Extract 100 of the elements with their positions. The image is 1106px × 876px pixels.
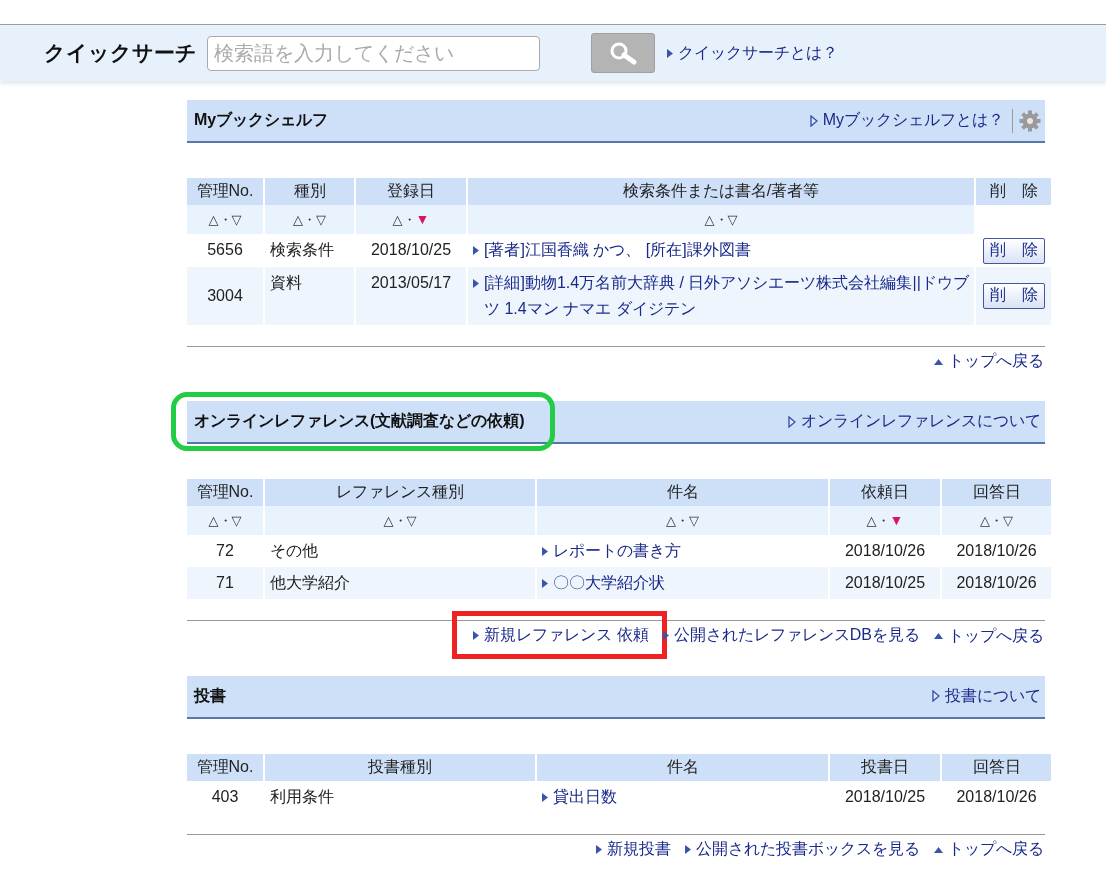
column-header: 検索条件または書名/著者等	[468, 178, 974, 205]
section-title: 投書	[194, 685, 226, 706]
search-icon	[608, 41, 638, 65]
table-cell: 2018/10/25	[370, 241, 452, 259]
column-header: 削 除	[976, 178, 1051, 205]
table-cell: 2018/10/25	[844, 574, 926, 591]
sort-ascending-link[interactable]: △	[208, 512, 219, 528]
separator-dot: ・	[393, 512, 407, 528]
column-header: 種別	[265, 178, 354, 205]
column-header: 依頼日	[830, 479, 940, 506]
column-header: レファレンス種別	[265, 479, 535, 506]
table-cell: 利用条件	[270, 787, 334, 805]
separator-dot: ・	[876, 512, 890, 528]
triangle-icon	[788, 415, 796, 428]
triangle-icon	[542, 579, 548, 588]
footer-link[interactable]: 新規レファレンス 依頼	[473, 625, 649, 646]
column-header: 件名	[537, 479, 828, 506]
item-link[interactable]: レポートの書き方	[553, 538, 681, 564]
sort-ascending-link[interactable]: △	[666, 512, 676, 528]
sort-ascending-link[interactable]: △	[383, 512, 394, 528]
quick-search-title: クイックサーチ	[44, 40, 197, 66]
table-cell: その他	[270, 542, 318, 559]
footer-link[interactable]: 公開されたレファレンスDBを見る	[662, 625, 920, 646]
table-cell: 71	[216, 574, 234, 591]
triangle-icon	[809, 114, 818, 127]
table-cell: 2018/10/26	[844, 542, 926, 559]
sort-descending-link[interactable]: ▽	[689, 512, 699, 528]
delete-button[interactable]: 削 除	[982, 282, 1045, 309]
separator-dot: ・	[402, 211, 416, 227]
table-cell: 72	[216, 542, 234, 559]
footer-link[interactable]: 新規投書	[596, 838, 671, 860]
about-link[interactable]: 投書について	[932, 685, 1041, 707]
table-cell: 403	[211, 787, 239, 805]
sort-descending-link[interactable]: ▽	[231, 211, 242, 227]
back-to-top-link[interactable]: トップへ戻る	[934, 839, 1044, 860]
section-title: Myブックシェルフ	[194, 110, 329, 130]
separator-dot: ・	[714, 211, 728, 227]
column-header: 投書日	[830, 753, 940, 781]
sort-descending-link[interactable]: ▽	[1003, 512, 1013, 528]
table-cell: 2018/10/25	[844, 787, 926, 805]
sort-descending-link[interactable]: ▽	[231, 512, 242, 528]
sort-ascending-link[interactable]: △	[980, 512, 990, 528]
search-field[interactable]: 検索語を入力してください	[207, 35, 540, 71]
up-triangle-icon	[934, 633, 943, 639]
triangle-icon	[596, 844, 602, 854]
footer-link[interactable]: 公開された投書ボックスを見る	[685, 838, 920, 860]
column-header: 投書種別	[265, 753, 535, 781]
about-link[interactable]: オンラインレファレンスについて	[788, 411, 1041, 432]
help-link[interactable]: クイックサーチとは？	[667, 42, 838, 64]
column-header: 管理No.	[187, 479, 263, 506]
column-header: 登録日	[356, 178, 466, 205]
settings-icon[interactable]	[1019, 109, 1041, 132]
triangle-icon	[685, 844, 691, 854]
triangle-icon	[473, 246, 479, 255]
sort-ascending-link[interactable]: △	[208, 211, 219, 227]
triangle-icon	[473, 278, 479, 288]
table-cell: 3004	[207, 286, 243, 304]
about-link[interactable]: Myブックシェルフとは？	[809, 110, 1004, 131]
back-to-top-link[interactable]: トップへ戻る	[934, 625, 1044, 647]
up-triangle-icon	[934, 358, 943, 365]
table-cell: 2018/10/26	[956, 787, 1037, 805]
sort-ascending-link[interactable]: △	[704, 211, 715, 227]
separator-dot: ・	[218, 211, 232, 227]
table-cell: 5656	[207, 241, 243, 259]
up-triangle-icon	[934, 846, 943, 853]
sort-ascending-link[interactable]: △	[392, 211, 403, 227]
delete-button[interactable]: 削 除	[982, 237, 1045, 264]
sort-ascending-link[interactable]: △	[293, 211, 303, 227]
table-cell: 2013/05/17	[370, 273, 452, 291]
section-title: オンラインレファレンス(文献調査などの依頼)	[194, 411, 525, 432]
search-button[interactable]	[591, 33, 655, 73]
sort-descending-link[interactable]: ▽	[316, 211, 326, 227]
separator-dot: ・	[218, 512, 232, 528]
triangle-icon	[542, 792, 548, 802]
triangle-icon	[662, 631, 669, 640]
table-cell: 2018/10/26	[956, 542, 1037, 559]
triangle-icon	[473, 631, 480, 640]
table-cell: 資料	[270, 273, 302, 291]
triangle-icon	[932, 690, 940, 702]
separator-dot: ・	[990, 512, 1003, 528]
sort-ascending-link[interactable]: △	[866, 512, 877, 528]
column-header: 件名	[537, 753, 828, 781]
separator-dot: ・	[676, 512, 689, 528]
item-link[interactable]: 貸出日数	[553, 783, 617, 810]
sort-descending-link[interactable]: ▼	[889, 511, 904, 528]
column-header: 管理No.	[187, 753, 263, 781]
column-header: 管理No.	[187, 178, 263, 205]
separator-dot: ・	[303, 211, 316, 227]
table-cell: 2018/10/26	[956, 574, 1037, 591]
sort-descending-link[interactable]: ▽	[406, 512, 417, 528]
table-cell: 検索条件	[270, 241, 334, 258]
triangle-icon	[542, 547, 548, 556]
item-link[interactable]: [著者]江国香織 かつ、 [所在]課外図書	[484, 237, 751, 263]
column-header: 回答日	[942, 753, 1051, 781]
triangle-icon	[667, 48, 673, 58]
column-header: 回答日	[942, 479, 1051, 506]
sort-descending-link[interactable]: ▼	[415, 210, 430, 227]
sort-descending-link[interactable]: ▽	[727, 211, 738, 227]
table-cell: 他大学紹介	[270, 574, 350, 591]
back-to-top-link[interactable]: トップへ戻る	[934, 351, 1044, 372]
